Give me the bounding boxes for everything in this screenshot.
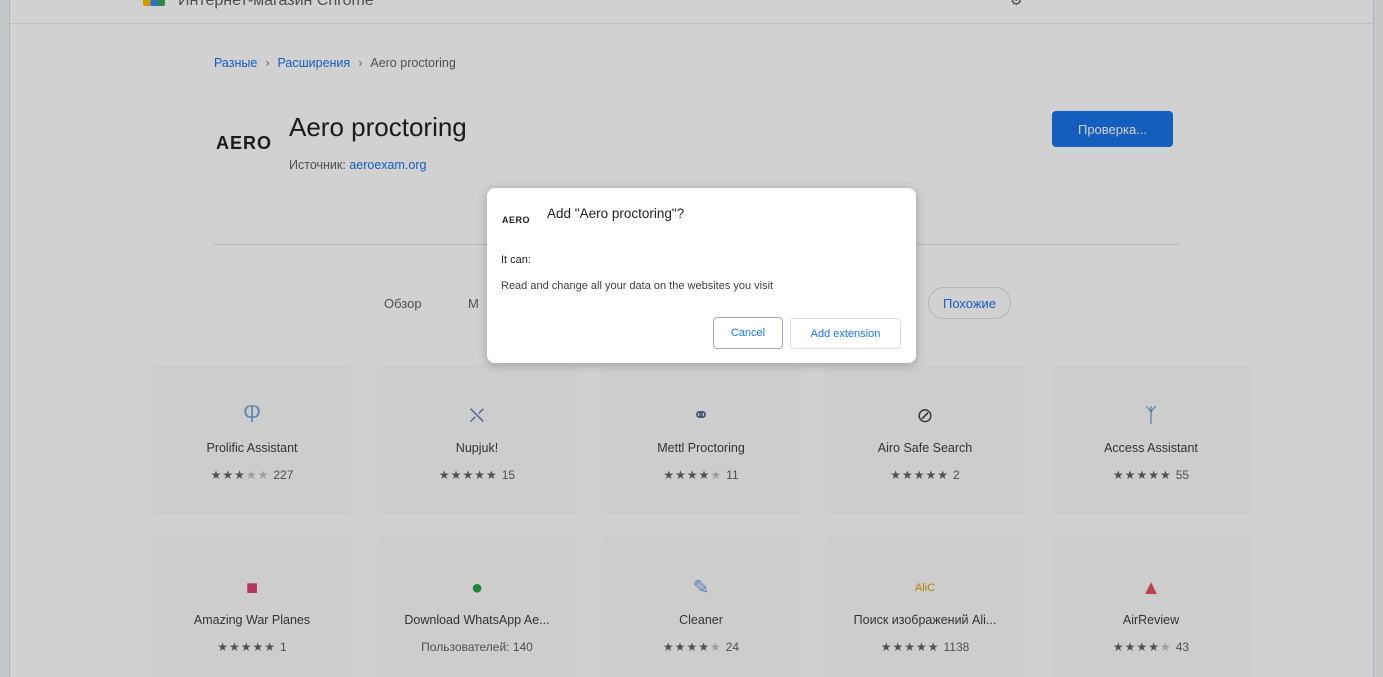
dialog-title: Add "Aero proctoring"? (547, 206, 685, 221)
add-extension-button[interactable]: Add extension (790, 318, 901, 349)
dialog-extension-logo: AERO (502, 215, 531, 225)
add-extension-dialog: AERO Add "Aero proctoring"? It can: Read… (487, 188, 916, 363)
dialog-permission-text: Read and change all your data on the web… (501, 280, 774, 292)
cancel-button[interactable]: Cancel (713, 317, 783, 349)
dialog-it-can-label: It can: (501, 254, 531, 266)
web-store-page: Интернет-магазин Chrome ⚙ Разные › Расшире… (0, 0, 1383, 677)
